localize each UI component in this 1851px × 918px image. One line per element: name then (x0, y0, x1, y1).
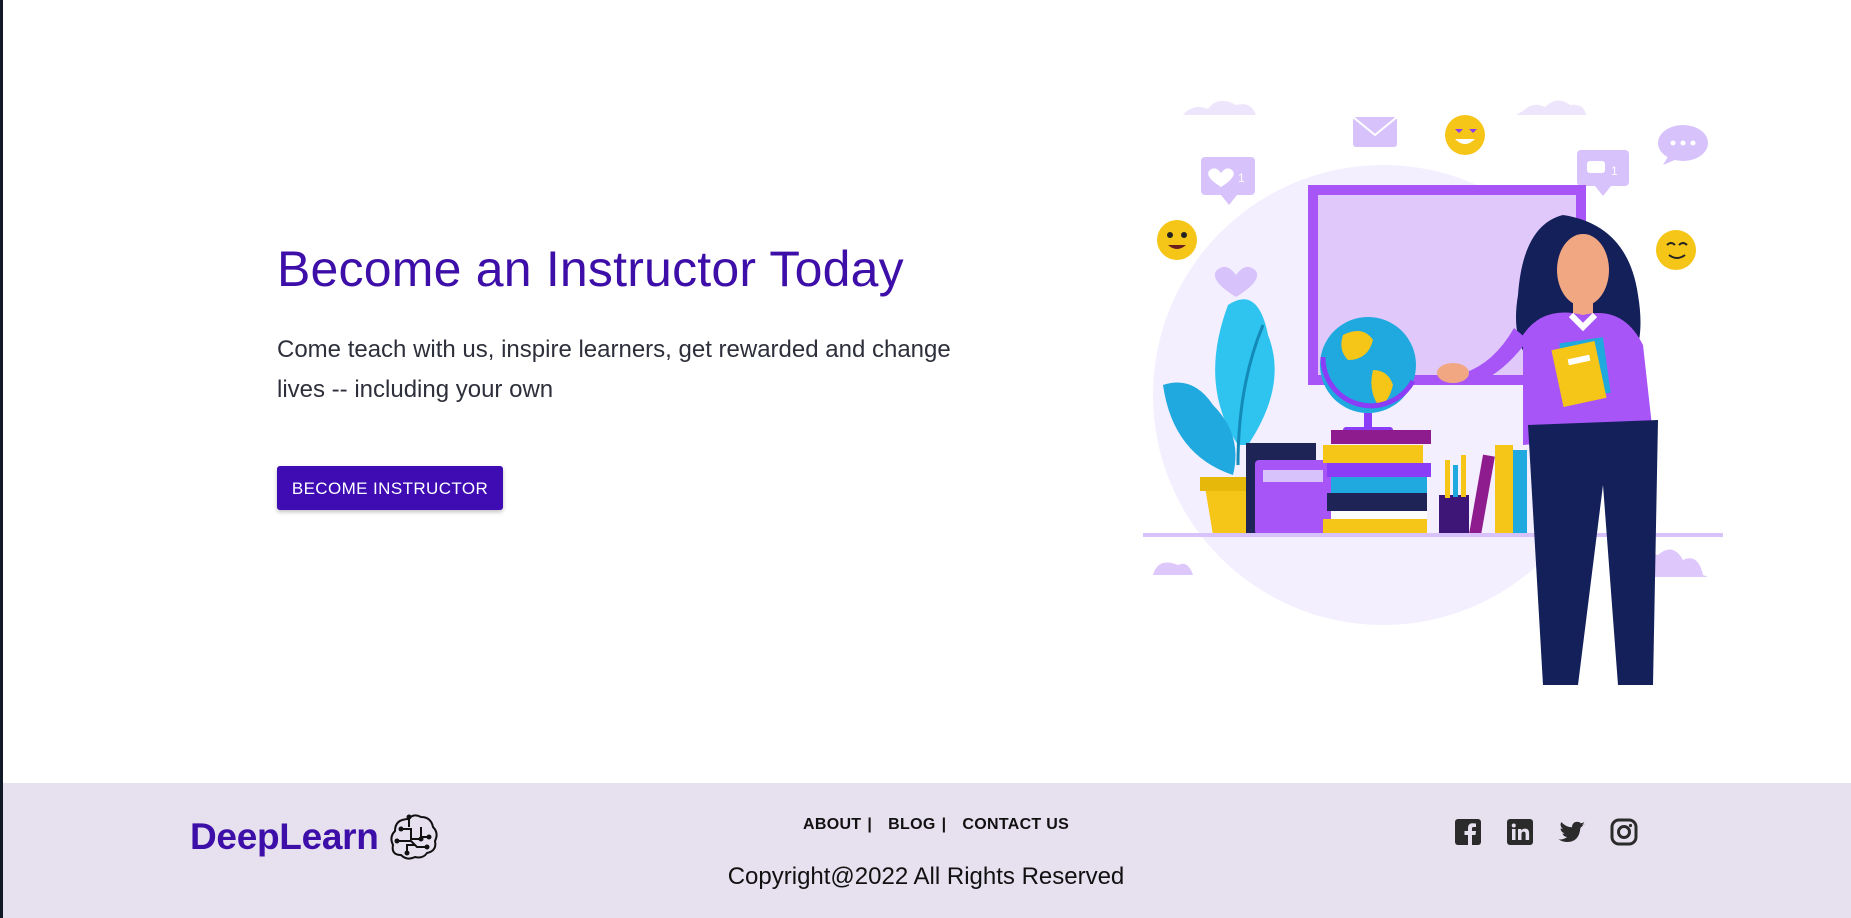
deeplearn-logo[interactable]: DeepLearn (190, 811, 439, 863)
footer-nav: ABOUT | BLOG | CONTACT US (803, 816, 1069, 834)
copyright-wrapper: Copyright@2022 All Rights Reserved (3, 863, 1851, 891)
become-instructor-button[interactable]: BECOME INSTRUCTOR (277, 466, 503, 510)
svg-text:1: 1 (1238, 171, 1245, 185)
logo-text: DeepLearn (190, 816, 379, 857)
instagram-icon[interactable] (1609, 817, 1639, 847)
social-links (1453, 817, 1639, 847)
nav-separator: | (867, 816, 873, 833)
site-footer: DeepLearn ABOUT | BLOG | CONTACT US Copy… (3, 783, 1851, 918)
svg-text:1: 1 (1611, 164, 1618, 178)
footer-link-blog[interactable]: BLOG (888, 816, 935, 834)
hero-section: Become an Instructor Today Come teach wi… (3, 0, 1851, 783)
twitter-icon[interactable] (1557, 817, 1587, 847)
nav-separator: | (941, 816, 947, 833)
hero-subtitle: Come teach with us, inspire learners, ge… (277, 336, 951, 403)
facebook-icon[interactable] (1453, 817, 1483, 847)
instructor-illustration: 1 1 (1143, 100, 1723, 685)
linkedin-icon[interactable] (1505, 817, 1535, 847)
copyright-text: Copyright@2022 All Rights Reserved (727, 863, 1125, 890)
footer-link-about[interactable]: ABOUT (803, 816, 861, 834)
footer-link-contact-us[interactable]: CONTACT US (962, 816, 1069, 834)
circuit-brain-icon (389, 814, 438, 860)
hero-title: Become an Instructor Today (277, 241, 904, 297)
